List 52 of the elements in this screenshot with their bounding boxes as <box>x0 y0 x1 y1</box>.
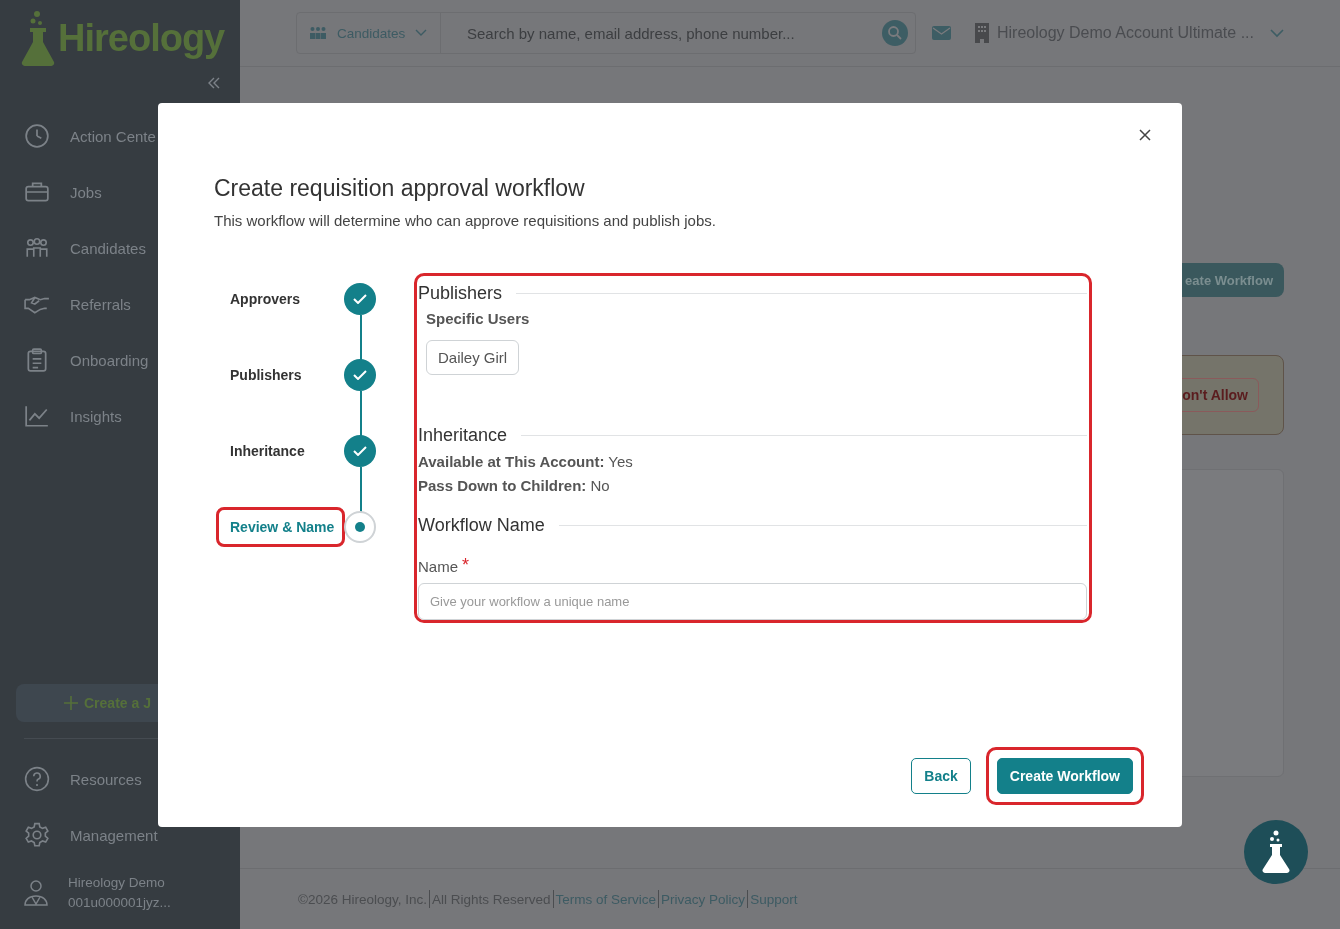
sidebar-item[interactable]: Onboarding <box>70 351 149 369</box>
sidebar-item[interactable]: Insights <box>70 407 122 425</box>
dial-icon <box>24 123 50 149</box>
building-icon <box>975 23 989 43</box>
dialog-subtitle: This workflow will determine who can approve requisitions and publish jobs. <box>214 212 717 229</box>
workflow-name-field[interactable]: Give your workflow a unique name <box>418 583 1087 620</box>
sidebar-item[interactable]: Referrals <box>70 295 131 313</box>
section-heading: Workflow Name <box>418 514 545 536</box>
plus-icon <box>64 696 78 710</box>
footer-link[interactable]: Terms of Service <box>555 891 657 907</box>
section-heading: Publishers <box>418 282 503 304</box>
step-label[interactable]: Approvers <box>216 279 312 319</box>
sidebar-item[interactable]: Candidates <box>70 239 146 257</box>
user-name: Hireology Demo <box>68 874 166 892</box>
account-id: 001u000001jyz... <box>68 894 171 912</box>
help-icon <box>24 766 50 792</box>
line-chart-icon <box>24 403 50 429</box>
dialog-title: Create requisition approval workflow <box>214 175 586 202</box>
inheritance-setting: Pass Down to Children: No <box>418 476 611 496</box>
gear-icon <box>24 822 50 848</box>
step-label[interactable]: Inheritance <box>216 431 316 471</box>
clipboard-icon <box>24 347 50 373</box>
user-icon <box>24 879 48 907</box>
create-workflow-button[interactable]: Create Workflow <box>996 758 1133 794</box>
briefcase-icon <box>24 179 50 205</box>
back-button[interactable]: Back <box>911 758 971 794</box>
publisher-type-label: Specific Users <box>426 310 531 327</box>
search-bar[interactable]: Candidates Search by name, email address, phone number... <box>296 12 916 54</box>
scope-dropdown[interactable]: Candidates <box>297 13 441 53</box>
chevron-down-icon <box>415 29 428 37</box>
footer-link[interactable]: Support <box>750 891 798 907</box>
step-label[interactable]: Publishers <box>216 355 313 395</box>
inheritance-setting: Available at This Account: Yes <box>418 452 634 472</box>
sidebar-item[interactable]: Resources <box>70 770 142 788</box>
field-label: Name <box>418 558 458 575</box>
search-field[interactable]: Search by name, email address, phone number... <box>465 23 881 43</box>
sidebar-item[interactable]: Action Cente <box>70 127 156 145</box>
required-marker: * <box>462 558 470 575</box>
sidebar-item[interactable]: Jobs <box>70 183 102 201</box>
section-heading: Inheritance <box>418 424 508 446</box>
user-chip: Dailey Girl <box>426 340 520 375</box>
search-icon[interactable] <box>881 19 909 47</box>
mail-icon[interactable] <box>932 26 951 40</box>
flask-icon <box>1261 830 1291 874</box>
sidebar-item[interactable]: Management <box>70 826 158 844</box>
footer-link[interactable]: Privacy Policy <box>661 891 746 907</box>
people-icon <box>309 26 327 40</box>
flask-icon <box>20 10 56 66</box>
chevron-down-icon[interactable] <box>1270 28 1284 38</box>
collapse-icon[interactable] <box>208 77 220 89</box>
close-icon[interactable] <box>1138 129 1152 143</box>
step-label[interactable]: Review & Name <box>216 507 346 547</box>
